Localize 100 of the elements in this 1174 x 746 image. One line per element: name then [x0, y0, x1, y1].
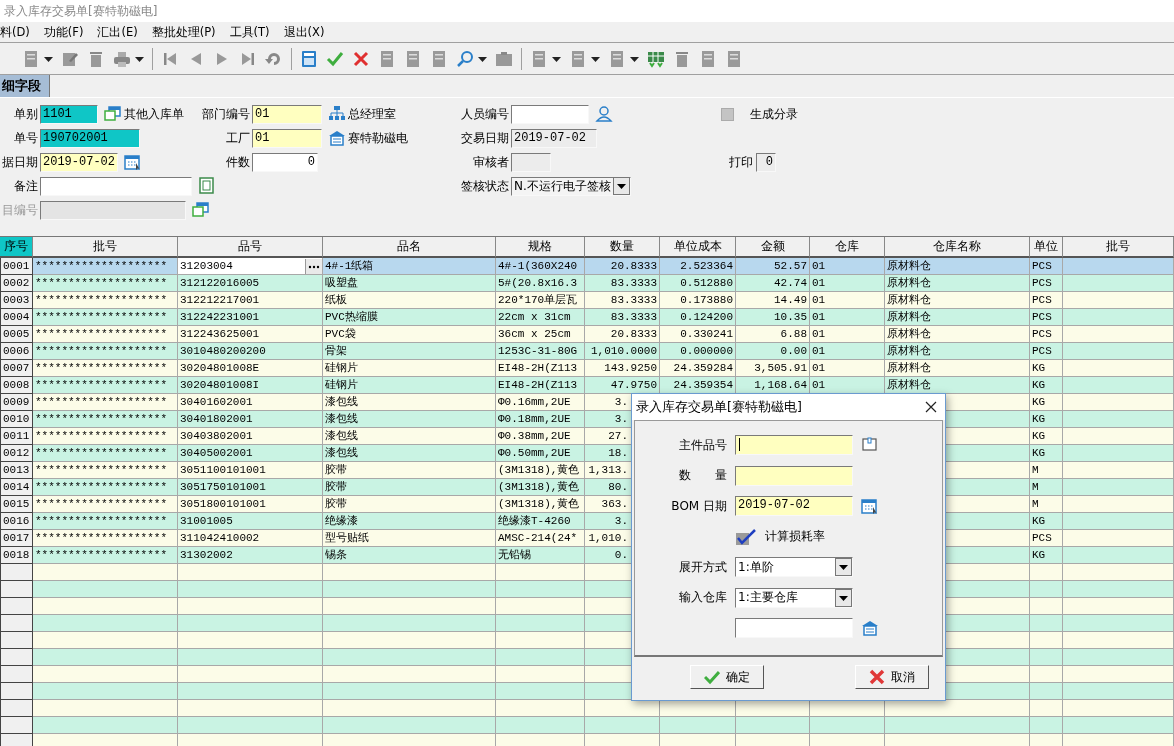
check-icon [704, 669, 720, 685]
column-header[interactable]: 批号 [33, 237, 178, 258]
row-number[interactable]: 0015 [0, 496, 33, 513]
row-number[interactable]: 0014 [0, 479, 33, 496]
status-dropdown[interactable]: N.不运行电子签核 [511, 176, 631, 196]
row-number[interactable]: 0011 [0, 428, 33, 445]
row-number[interactable]: 0009 [0, 394, 33, 411]
table-cell: M [1030, 496, 1063, 513]
table-cell: PVC热缩膜 [323, 309, 496, 326]
row-number[interactable]: 0004 [0, 309, 33, 326]
field-label: 数 量 [678, 467, 727, 485]
input-field[interactable]: 01 [252, 104, 322, 124]
document-icon[interactable] [404, 49, 422, 68]
row-number[interactable]: 0016 [0, 513, 33, 530]
table-cell: 骨架 [323, 343, 496, 360]
input-field[interactable]: 190702001 [40, 128, 140, 148]
org-chart-icon[interactable] [328, 105, 346, 123]
checkbox[interactable] [721, 107, 734, 121]
table-cell: 14.49 [736, 292, 810, 309]
menu-item[interactable]: 料(D) [0, 24, 37, 40]
table-cell: 31001005 [178, 513, 323, 530]
building-icon[interactable] [328, 129, 346, 147]
input-field[interactable] [40, 176, 192, 196]
document-icon[interactable] [699, 49, 717, 68]
window-icon[interactable] [104, 105, 122, 123]
table-cell: 83.3333 [585, 275, 660, 292]
input-field[interactable] [735, 465, 853, 486]
field-label: 单号 [14, 129, 38, 147]
input-field[interactable]: 0 [252, 152, 318, 172]
menu-item[interactable]: 汇出(E) [90, 24, 145, 40]
table-cell: 312122016005 [178, 275, 323, 292]
input-field[interactable]: 1101 [40, 104, 98, 124]
row-number[interactable]: 0008 [0, 377, 33, 394]
input-field[interactable] [735, 435, 853, 456]
column-header[interactable]: 数量 [585, 237, 660, 258]
table-cell: ******************** [33, 530, 178, 547]
column-header[interactable]: 单位 [1030, 237, 1063, 258]
trash-icon[interactable] [673, 49, 691, 68]
menu-item[interactable]: 整批处理(P) [144, 24, 223, 40]
calendar-icon[interactable] [124, 153, 142, 171]
table-cell: EI48-2H(Z113 [496, 360, 585, 377]
person-icon[interactable] [595, 105, 613, 123]
input-field[interactable]: 2019-07-02 [735, 496, 853, 517]
close-icon[interactable] [925, 401, 937, 413]
lookup-text: 其他入库单 [124, 105, 184, 123]
column-header[interactable]: 金额 [736, 237, 810, 258]
window-icon[interactable] [192, 201, 210, 219]
row-number[interactable]: 0013 [0, 462, 33, 479]
column-header[interactable]: 序号 [0, 237, 33, 258]
row-number[interactable]: 0002 [0, 275, 33, 292]
grid-icon[interactable] [647, 49, 665, 68]
table-cell: 原材料仓 [885, 343, 1030, 360]
menu-item[interactable]: 退出(X) [276, 24, 332, 40]
column-header[interactable]: 批号 [1063, 237, 1174, 258]
column-header[interactable]: 品名 [323, 237, 496, 258]
table-cell: 01 [810, 360, 885, 377]
row-number[interactable]: 0005 [0, 326, 33, 343]
document-icon[interactable] [430, 49, 448, 68]
row-number[interactable]: 0003 [0, 292, 33, 309]
row-number[interactable]: 0012 [0, 445, 33, 462]
table-cell: 20.8333 [585, 258, 660, 275]
row-number[interactable]: 0007 [0, 360, 33, 377]
row-number[interactable]: 0006 [0, 343, 33, 360]
column-header[interactable]: 仓库名称 [885, 237, 1030, 258]
dropdown[interactable]: 1:单阶 [735, 557, 853, 578]
ok-button[interactable]: 确定 [690, 665, 764, 689]
checkbox[interactable] [735, 527, 757, 546]
column-header[interactable]: 仓库 [810, 237, 885, 258]
folder-icon[interactable] [495, 49, 513, 68]
input-field[interactable] [735, 618, 853, 639]
trash-icon[interactable] [87, 49, 105, 68]
column-header[interactable]: 单位成本 [660, 237, 736, 258]
window-title: 录入库存交易单[赛特勒磁电] [4, 2, 158, 20]
row-number[interactable]: 0010 [0, 411, 33, 428]
column-header[interactable]: 规格 [496, 237, 585, 258]
input-field[interactable]: 01 [252, 128, 322, 148]
row-number[interactable]: 0018 [0, 547, 33, 564]
ellipsis-icon[interactable] [305, 258, 322, 274]
row-number[interactable]: 0001 [0, 258, 33, 275]
dropdown[interactable]: 1:主要仓库 [735, 587, 853, 608]
document-icon[interactable] [725, 49, 743, 68]
menu-item[interactable]: 功能(F) [36, 24, 91, 40]
input-field[interactable]: 2019-07-02 [40, 152, 118, 172]
calculator-icon[interactable] [300, 49, 318, 68]
tab[interactable]: 细字段 [0, 75, 50, 97]
document-icon[interactable] [378, 49, 396, 68]
input-field[interactable] [511, 104, 589, 124]
table-cell: 胶带 [323, 462, 496, 479]
table-cell: 0.00 [736, 343, 810, 360]
calendar-icon[interactable] [861, 497, 879, 516]
table-cell: KG [1030, 547, 1063, 564]
menu-item[interactable]: 工具(T) [222, 24, 277, 40]
cancel-button[interactable]: 取消 [855, 665, 929, 689]
search-icon[interactable] [456, 49, 474, 68]
row-number[interactable]: 0017 [0, 530, 33, 547]
building-icon[interactable] [861, 619, 879, 638]
column-header[interactable]: 品号 [178, 237, 323, 258]
document-icon[interactable] [198, 177, 216, 195]
check-icon[interactable] [326, 49, 344, 68]
delete-icon[interactable] [352, 49, 370, 68]
